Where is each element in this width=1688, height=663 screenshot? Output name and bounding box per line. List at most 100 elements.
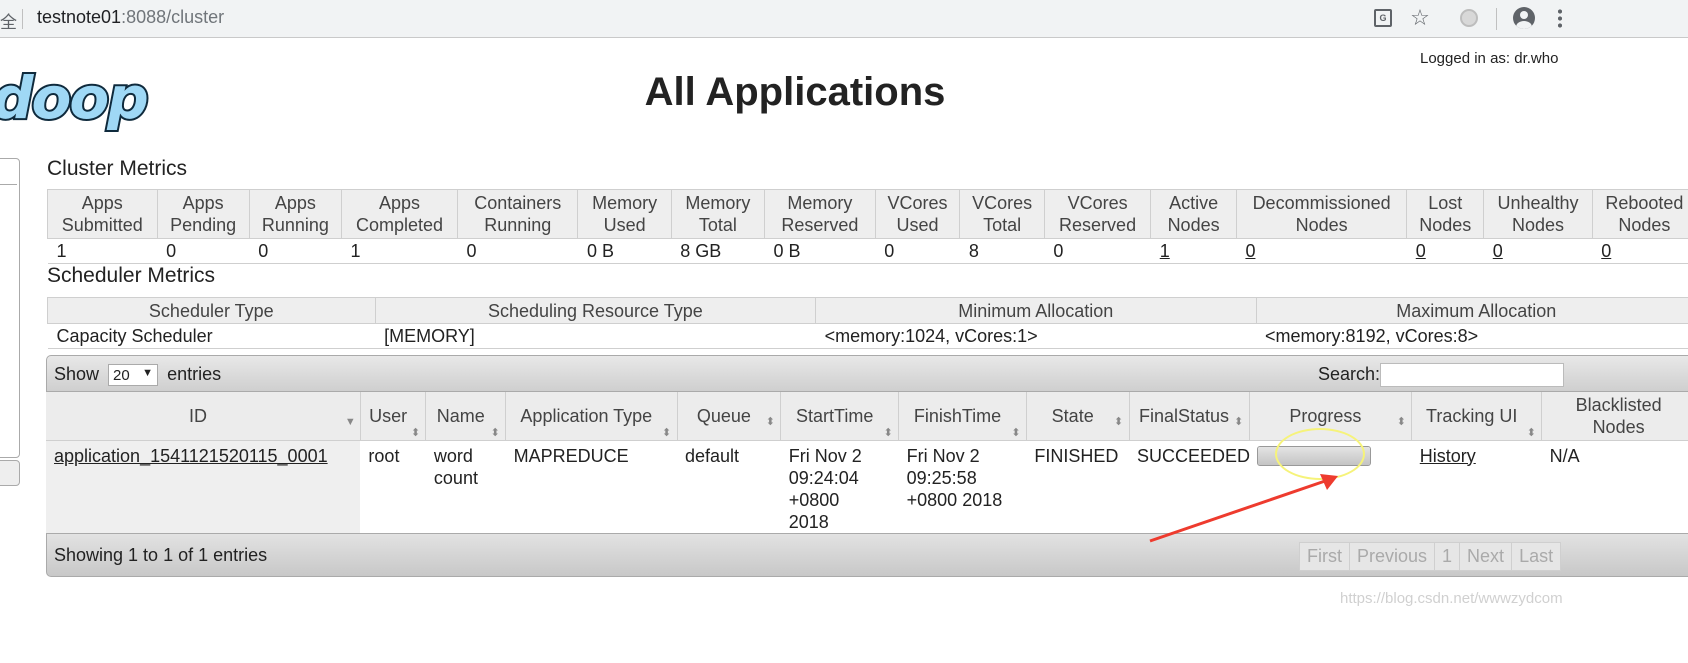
cluster-metric-header: Lost Nodes — [1406, 189, 1485, 239]
profile-icon[interactable] — [1512, 6, 1536, 30]
sort-icon[interactable]: ▼ — [345, 416, 356, 427]
state-cell: FINISHED — [1034, 445, 1119, 466]
cluster-metric-header: Active Nodes — [1150, 189, 1237, 239]
node-count-link[interactable]: 0 — [1493, 241, 1503, 261]
scheduler-metric-header: Scheduler Type — [47, 297, 376, 324]
app-id-cell: application_1541121520115_0001 — [46, 440, 361, 537]
show-label: Show — [54, 364, 100, 384]
star-icon[interactable]: ☆ — [1408, 5, 1432, 30]
name-cell: word count — [433, 445, 478, 488]
pager-button[interactable]: Last — [1511, 542, 1562, 571]
entries-info: Showing 1 to 1 of 1 entries — [54, 545, 268, 565]
cluster-metric-header: VCores Total — [959, 189, 1045, 239]
annotation-arrow — [1149, 474, 1338, 543]
sort-icon[interactable]: ⬍ — [410, 427, 420, 438]
cluster-metric-header: VCores Used — [874, 189, 961, 239]
cluster-metrics-title: Cluster Metrics — [47, 157, 188, 180]
column-header[interactable]: ID ▼ — [46, 392, 361, 441]
queue-cell: default — [685, 445, 740, 466]
cluster-metric-header: Memory Total — [670, 189, 766, 239]
chevron-down-icon: ▼ — [142, 367, 154, 379]
app-id-link[interactable]: application_1541121520115_0001 — [54, 446, 328, 466]
search-input[interactable] — [1380, 363, 1564, 387]
cluster-metric-header: Containers Running — [457, 189, 579, 239]
scheduler-metric-header: Maximum Allocation — [1255, 297, 1688, 324]
column-header[interactable]: Tracking UI ⬍ — [1411, 392, 1543, 441]
sort-icon[interactable]: ⬍ — [1526, 427, 1536, 438]
sort-icon[interactable]: ⬍ — [662, 427, 672, 438]
sort-icon[interactable]: ⬍ — [1396, 416, 1406, 427]
blacklisted-nodes-cell: N/A — [1549, 445, 1580, 466]
user-cell: root — [368, 445, 400, 466]
cluster-metric-value: 0 — [1406, 238, 1484, 264]
scheduler-metric-value: Capacity Scheduler — [47, 323, 376, 349]
entries-label: entries — [167, 364, 222, 384]
node-count-link[interactable]: 0 — [1245, 241, 1255, 261]
datatable-footer: Showing 1 to 1 of 1 entries First Previou… — [46, 533, 1688, 577]
cluster-metric-value: 0 — [1044, 238, 1151, 264]
history-link[interactable]: History — [1420, 446, 1476, 466]
scheduler-metrics-title: Scheduler Metrics — [47, 264, 216, 287]
column-header[interactable]: FinishTime ⬍ — [898, 392, 1027, 441]
cluster-metric-value: 1 — [1150, 238, 1237, 264]
url-host: testnote01 — [37, 7, 122, 27]
extension-icon[interactable] — [1457, 6, 1481, 30]
start-time-cell: Fri Nov 2 09:24:04 +0800 2018 — [788, 445, 862, 532]
sort-icon[interactable]: ⬍ — [1011, 427, 1021, 438]
column-header[interactable]: User ⬍ — [360, 392, 427, 441]
column-header[interactable]: Queue ⬍ — [677, 392, 782, 441]
cluster-metric-header: Apps Pending — [156, 189, 250, 239]
cluster-metric-header: VCores Reserved — [1043, 189, 1152, 239]
address-bar[interactable]: testnote01:8088/cluster — [37, 7, 224, 28]
column-header[interactable]: State ⬍ — [1026, 392, 1130, 441]
cluster-metric-header: Unhealthy Nodes — [1483, 189, 1593, 239]
node-count-link[interactable]: 0 — [1416, 241, 1426, 261]
sort-icon[interactable]: ⬍ — [1114, 416, 1124, 427]
cluster-metric-value: 0 — [1483, 238, 1593, 264]
node-count-link[interactable]: 1 — [1160, 241, 1170, 261]
divider — [22, 9, 23, 29]
cluster-metric-value: 0 — [249, 238, 342, 264]
cluster-metric-header: Memory Reserved — [764, 189, 876, 239]
cluster-metric-value: 0 — [1592, 238, 1688, 264]
table-row: application_1541121520115_0001 root word co… — [46, 440, 1688, 537]
column-header[interactable]: Application Type ⬍ — [505, 392, 678, 441]
app-type-cell: MAPREDUCE — [513, 445, 629, 466]
column-header[interactable]: Name ⬍ — [425, 392, 507, 441]
pager-button[interactable]: Previous — [1349, 542, 1436, 571]
datatable-toolbar: Show 20 ▼ entries Search: — [46, 355, 1688, 392]
node-count-link[interactable]: 0 — [1601, 241, 1611, 261]
finish-time-cell: Fri Nov 2 09:25:58 +0800 2018 — [906, 445, 1003, 510]
page-length-select[interactable]: 20 ▼ — [108, 364, 159, 386]
search-label: Search: — [1318, 364, 1381, 384]
scheduler-metric-value: <memory:1024, vCores:1> — [815, 323, 1257, 349]
cluster-metric-value: 0 — [875, 238, 960, 264]
column-header[interactable]: FinalStatus ⬍ — [1129, 392, 1250, 441]
scheduler-metric-value: <memory:8192, vCores:8> — [1256, 323, 1688, 349]
divider — [1496, 8, 1497, 30]
pager-button[interactable]: Next — [1459, 542, 1513, 571]
left-navigation-panel[interactable] — [0, 158, 20, 458]
cluster-metric-header: Decommissioned Nodes — [1235, 189, 1408, 239]
cluster-metrics-table: Apps Submitted Apps Pending Apps Running Apps C… — [47, 189, 1688, 264]
sort-icon[interactable]: ⬍ — [883, 427, 893, 438]
sort-icon[interactable]: ⬍ — [490, 427, 500, 438]
left-navigation-toggle[interactable] — [0, 460, 20, 486]
sort-icon[interactable]: ⬍ — [1234, 416, 1244, 427]
browser-toolbar: 全 testnote01:8088/cluster G ☆ — [0, 0, 1688, 38]
column-header[interactable]: BlacklistedNodes⬍ — [1541, 392, 1688, 441]
sort-icon[interactable]: ⬍ — [765, 416, 775, 427]
column-header[interactable]: StartTime ⬍ — [780, 392, 900, 441]
cluster-metric-header: Rebooted Nodes — [1591, 189, 1688, 239]
url-path: :8088/cluster — [121, 7, 225, 27]
translate-icon[interactable]: G — [1371, 6, 1395, 30]
pager-button[interactable]: 1 — [1434, 542, 1461, 571]
page-length-control: Show 20 ▼ entries — [54, 364, 221, 386]
menu-icon[interactable] — [1548, 6, 1572, 30]
cluster-metric-value: 0 — [157, 238, 250, 264]
site-security-indicator[interactable]: 全 — [0, 8, 17, 33]
scheduler-metrics-table: Scheduler Type Scheduling Resource Type Mi… — [47, 297, 1688, 349]
applications-datatable: Show 20 ▼ entries Search: ID ▼ User ⬍ Name ⬍ Ap… — [46, 355, 1688, 577]
cluster-metric-value: 8 — [959, 238, 1045, 264]
cluster-metric-value: 0 B — [577, 238, 672, 264]
